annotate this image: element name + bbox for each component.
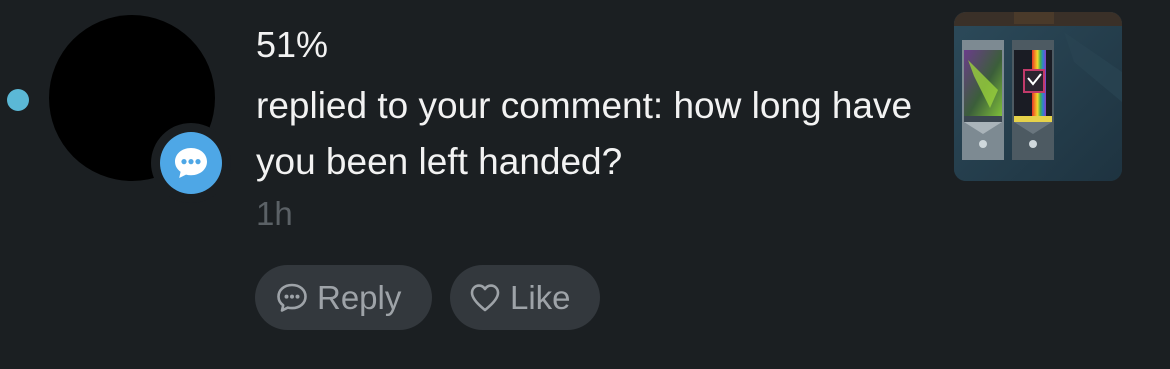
notification-item[interactable]: 51% replied to your comment: how long ha… (0, 0, 1170, 369)
like-label: Like (510, 278, 571, 316)
notification-content[interactable]: 51% replied to your comment: how long ha… (256, 22, 926, 236)
unread-indicator (7, 89, 29, 111)
action-bar: Reply Like (255, 265, 600, 330)
chat-bubble-icon (160, 132, 222, 194)
comment-badge (151, 123, 231, 203)
notification-message: replied to your comment: how long have y… (256, 85, 913, 182)
reply-button[interactable]: Reply (255, 265, 432, 330)
heart-icon (468, 281, 502, 315)
post-thumbnail[interactable] (954, 12, 1122, 181)
reply-label: Reply (317, 278, 402, 316)
username[interactable]: 51% (256, 22, 926, 68)
like-button[interactable]: Like (450, 265, 600, 330)
comment-icon (275, 281, 309, 315)
timestamp: 1h (256, 195, 293, 232)
